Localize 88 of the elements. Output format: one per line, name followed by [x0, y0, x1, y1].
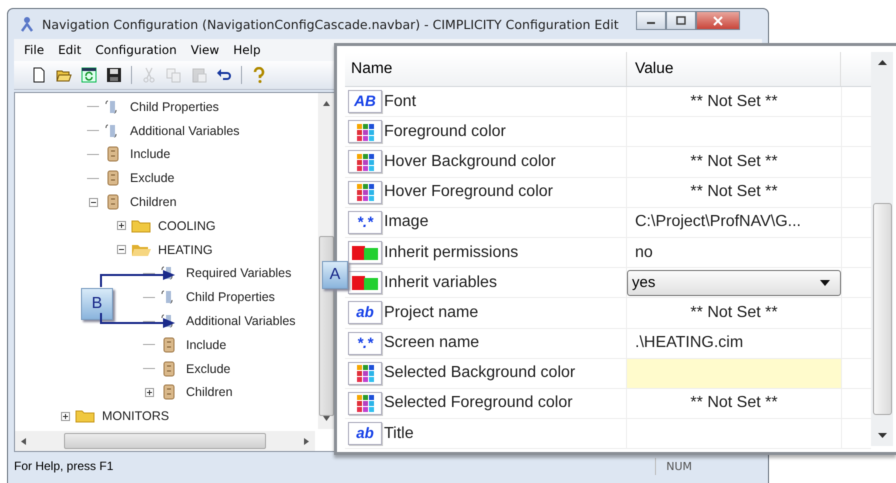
tree-item[interactable]: HEATING [156, 242, 215, 258]
tree-item[interactable]: Include [184, 336, 228, 353]
menu-item[interactable]: File [18, 42, 50, 58]
property-name: Selected Background color [384, 364, 576, 382]
property-value: C:\Project\ProfNAV\G... [634, 213, 801, 232]
boolean-icon [348, 241, 382, 264]
collapse-icon[interactable] [88, 198, 98, 207]
collapse-icon[interactable] [116, 245, 126, 254]
folder-icon [75, 408, 95, 424]
clipboard-icon [191, 67, 207, 83]
color-grid-icon [348, 362, 382, 385]
scissors-icon [141, 67, 157, 83]
property-scrollbar[interactable] [871, 52, 893, 446]
property-value: ** Not Set ** [690, 92, 778, 111]
text-icon: ab [348, 301, 382, 324]
app-icon [20, 16, 34, 32]
tree-item[interactable]: Required Variables [184, 265, 294, 282]
scroll-left-icon[interactable] [21, 438, 26, 444]
property-name: Font [384, 92, 416, 111]
num-lock-indicator: NUM [655, 458, 702, 474]
window-title: Navigation Configuration (NavigationConfigCascade.navbar) - CIMPLICITY Configuration Edit [42, 16, 619, 32]
property-name: Image [384, 213, 428, 232]
text-icon: ab [348, 422, 382, 446]
color-grid-icon [348, 180, 382, 204]
callout-label: A [322, 261, 348, 289]
property-name: Project name [384, 304, 478, 322]
text-icon: *.* [348, 332, 382, 355]
color-swatch[interactable] [627, 358, 841, 388]
tree-item[interactable]: Exclude [184, 360, 232, 377]
help-icon [251, 67, 267, 83]
tree-item[interactable]: MONITORS [100, 408, 172, 424]
minimize-button[interactable] [636, 11, 666, 30]
page-icon [31, 67, 47, 83]
undo-icon [216, 67, 232, 83]
property-value: ** Not Set ** [690, 152, 778, 171]
property-name: Screen name [384, 334, 480, 352]
tree-item[interactable]: Additional Variables [184, 313, 298, 330]
scroll-down-icon[interactable] [878, 433, 886, 438]
refresh-icon [81, 67, 97, 83]
close-icon [713, 16, 723, 26]
scroll-up-icon[interactable] [878, 60, 886, 65]
menu-item[interactable]: Configuration [89, 42, 183, 58]
menu-item[interactable]: Help [227, 42, 267, 58]
column-header[interactable]: Value [626, 52, 840, 86]
property-name: Inherit variables [384, 274, 497, 292]
boolean-icon [348, 271, 382, 294]
column-header[interactable]: Name [345, 52, 626, 86]
dropdown-caret-icon [820, 280, 830, 286]
tree-item[interactable]: COOLING [156, 218, 218, 234]
tree-item[interactable]: Include [128, 146, 172, 162]
scroll-up-icon[interactable] [323, 101, 330, 106]
callout-label: B [81, 288, 113, 320]
property-name: Foreground color [384, 122, 506, 141]
expand-icon[interactable] [60, 412, 70, 421]
property-name: Hover Foreground color [384, 183, 553, 202]
property-value: .\HEATING.cim [634, 334, 744, 352]
tree-item[interactable]: Child Properties [128, 98, 221, 115]
text-icon: *.* [348, 210, 382, 234]
folder-icon [131, 218, 151, 234]
maximize-button[interactable] [666, 11, 696, 30]
status-message: For Help, press F1 [14, 459, 114, 473]
tree-item[interactable]: Children [128, 194, 179, 210]
tree-item[interactable]: Exclude [128, 170, 176, 186]
property-value: ** Not Set ** [690, 394, 778, 412]
maximize-icon [676, 16, 686, 25]
horizontal-scrollbar[interactable] [15, 431, 315, 451]
menu-item[interactable]: Edit [52, 42, 88, 58]
color-grid-icon [348, 392, 382, 415]
property-name: Title [384, 424, 414, 443]
menu-item[interactable]: View [184, 42, 226, 58]
color-grid-icon [348, 120, 382, 144]
scroll-right-icon[interactable] [304, 438, 309, 444]
tree-item[interactable]: Child Properties [184, 289, 277, 306]
color-grid-icon [348, 150, 382, 174]
property-value: ** Not Set ** [690, 183, 778, 202]
property-name: Selected Foreground color [384, 394, 573, 412]
value-dropdown[interactable]: yes [627, 270, 841, 296]
property-name: Hover Background color [384, 152, 556, 171]
expand-icon[interactable] [144, 388, 154, 397]
close-button[interactable] [696, 11, 740, 30]
tree-item[interactable]: Children [184, 384, 235, 400]
expand-icon[interactable] [116, 221, 126, 230]
property-value: no [634, 244, 653, 262]
copy-icon [166, 67, 182, 83]
property-name: Inherit permissions [384, 244, 518, 262]
text-icon: AB [348, 90, 382, 114]
tree-item[interactable]: Additional Variables [128, 122, 242, 139]
property-value: ** Not Set ** [690, 304, 778, 322]
